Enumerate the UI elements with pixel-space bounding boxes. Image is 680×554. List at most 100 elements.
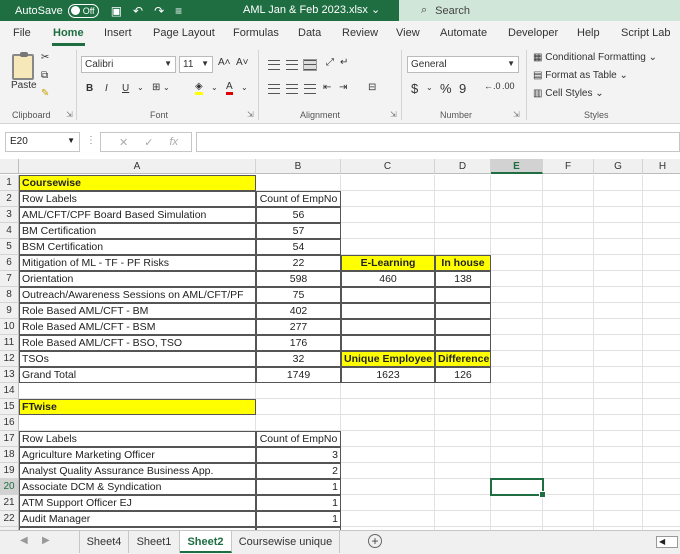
cell-g1[interactable]: [594, 175, 643, 191]
cell-h19[interactable]: [643, 463, 680, 479]
cell-d9[interactable]: [435, 303, 491, 319]
row-header[interactable]: 7: [0, 271, 19, 287]
row-header[interactable]: 8: [0, 287, 19, 303]
cell-e4[interactable]: [491, 223, 543, 239]
alignment-launcher-icon[interactable]: ⇲: [390, 110, 397, 119]
cell-b4[interactable]: 57: [256, 223, 341, 239]
cell-h14[interactable]: [643, 383, 680, 399]
copy-icon[interactable]: ⧉: [41, 70, 48, 81]
cell-g20[interactable]: [594, 479, 643, 495]
conditional-formatting-button[interactable]: ▦ Conditional Formatting ⌄: [533, 52, 657, 63]
cell-f2[interactable]: [543, 191, 594, 207]
cell-g10[interactable]: [594, 319, 643, 335]
cell-g9[interactable]: [594, 303, 643, 319]
cell-d14[interactable]: [435, 383, 491, 399]
chevron-down-icon[interactable]: ⌄: [211, 83, 218, 92]
cell-d10[interactable]: [435, 319, 491, 335]
tab-script-lab[interactable]: Script Lab: [621, 27, 671, 39]
cell-b8[interactable]: 75: [256, 287, 341, 303]
cell-g5[interactable]: [594, 239, 643, 255]
cell-h17[interactable]: [643, 431, 680, 447]
cell-c18[interactable]: [341, 447, 435, 463]
cell-a17[interactable]: Row Labels: [19, 431, 256, 447]
cell-f7[interactable]: [543, 271, 594, 287]
row-header[interactable]: 21: [0, 495, 19, 511]
tab-automate[interactable]: Automate: [440, 27, 487, 39]
cell-c1[interactable]: [341, 175, 435, 191]
cell-e14[interactable]: [491, 383, 543, 399]
row-header[interactable]: 1: [0, 175, 19, 191]
paste-button[interactable]: Paste: [11, 80, 37, 91]
cell-f18[interactable]: [543, 447, 594, 463]
row-header[interactable]: 5: [0, 239, 19, 255]
cell-c10[interactable]: [341, 319, 435, 335]
prev-sheet-icon[interactable]: ◀: [20, 535, 28, 546]
cell-g7[interactable]: [594, 271, 643, 287]
tab-review[interactable]: Review: [342, 27, 378, 39]
formula-input[interactable]: [196, 132, 680, 152]
increase-indent-icon[interactable]: ⇥: [339, 82, 347, 93]
cell-h5[interactable]: [643, 239, 680, 255]
cell-d12[interactable]: Difference: [435, 351, 491, 367]
cell-b3[interactable]: 56: [256, 207, 341, 223]
tab-help[interactable]: Help: [577, 27, 600, 39]
cell-c21[interactable]: [341, 495, 435, 511]
cell-e18[interactable]: [491, 447, 543, 463]
cell-e11[interactable]: [491, 335, 543, 351]
increase-font-icon[interactable]: A˄: [218, 57, 231, 68]
cell-f6[interactable]: [543, 255, 594, 271]
cell-f21[interactable]: [543, 495, 594, 511]
cell-a15[interactable]: FTwise: [19, 399, 256, 415]
row-header[interactable]: 22: [0, 511, 19, 527]
cell-g13[interactable]: [594, 367, 643, 383]
chevron-down-icon[interactable]: ⌄: [241, 83, 248, 92]
column-header[interactable]: B: [256, 159, 341, 174]
cell-a7[interactable]: Orientation: [19, 271, 256, 287]
tab-data[interactable]: Data: [298, 27, 321, 39]
cell-a11[interactable]: Role Based AML/CFT - BSO, TSO: [19, 335, 256, 351]
cell-d2[interactable]: [435, 191, 491, 207]
cell-d5[interactable]: [435, 239, 491, 255]
cell-c8[interactable]: [341, 287, 435, 303]
merge-center-icon[interactable]: ⊟: [368, 82, 376, 93]
tab-insert[interactable]: Insert: [104, 27, 132, 39]
row-header[interactable]: 18: [0, 447, 19, 463]
cell-d18[interactable]: [435, 447, 491, 463]
cell-h2[interactable]: [643, 191, 680, 207]
decrease-font-icon[interactable]: A˅: [236, 57, 249, 68]
cell-b16[interactable]: [256, 415, 341, 431]
sheet-tab-coursewise-unique[interactable]: Coursewise unique: [232, 531, 340, 553]
cell-h1[interactable]: [643, 175, 680, 191]
fill-color-icon[interactable]: ◈: [195, 81, 203, 95]
cell-e9[interactable]: [491, 303, 543, 319]
cell-g21[interactable]: [594, 495, 643, 511]
cell-h9[interactable]: [643, 303, 680, 319]
cell-c11[interactable]: [341, 335, 435, 351]
percent-button[interactable]: %: [440, 81, 452, 96]
cell-f5[interactable]: [543, 239, 594, 255]
worksheet-grid[interactable]: A B C D E F G H 1 Coursewise 2 Row Labels Count of E…: [0, 159, 680, 530]
cell-b22[interactable]: 1: [256, 511, 341, 527]
cell-f13[interactable]: [543, 367, 594, 383]
cell-h20[interactable]: [643, 479, 680, 495]
cell-a4[interactable]: BM Certification: [19, 223, 256, 239]
row-header[interactable]: 11: [0, 335, 19, 351]
format-as-table-button[interactable]: ▤ Format as Table ⌄: [533, 70, 628, 81]
cell-c7[interactable]: 460: [341, 271, 435, 287]
cell-d7[interactable]: 138: [435, 271, 491, 287]
cell-a20[interactable]: Associate DCM & Syndication: [19, 479, 256, 495]
underline-button[interactable]: U: [122, 83, 129, 94]
font-name-select[interactable]: Calibri ▼: [81, 56, 176, 73]
align-middle-icon[interactable]: [286, 60, 298, 70]
tab-developer[interactable]: Developer: [508, 27, 558, 39]
format-painter-icon[interactable]: ✎: [41, 88, 49, 99]
cell-e12[interactable]: [491, 351, 543, 367]
row-header[interactable]: 3: [0, 207, 19, 223]
cell-a19[interactable]: Analyst Quality Assurance Business App.: [19, 463, 256, 479]
cell-e5[interactable]: [491, 239, 543, 255]
cell-f1[interactable]: [543, 175, 594, 191]
cell-e21[interactable]: [491, 495, 543, 511]
orientation-icon[interactable]: ⤢: [326, 57, 334, 68]
cell-h11[interactable]: [643, 335, 680, 351]
cell-d17[interactable]: [435, 431, 491, 447]
